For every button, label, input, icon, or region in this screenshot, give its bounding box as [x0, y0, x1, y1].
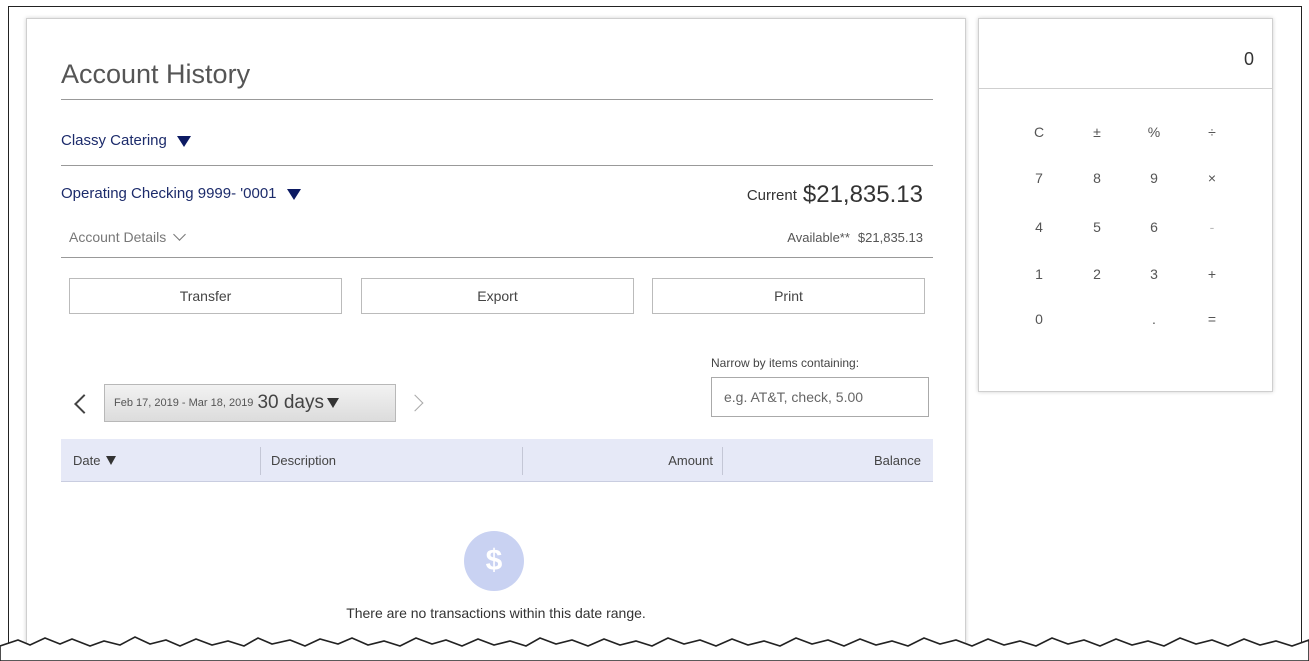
account-details-label: Account Details	[69, 229, 167, 245]
calc-key-percent[interactable]: %	[1134, 117, 1174, 147]
page-title: Account History	[61, 59, 251, 89]
date-column-header[interactable]: Date	[73, 439, 117, 481]
calc-key-decimal[interactable]: .	[1134, 304, 1174, 334]
calc-key-0[interactable]: 0	[1019, 304, 1059, 334]
calc-key-3[interactable]: 3	[1134, 259, 1174, 289]
calc-key-6[interactable]: 6	[1134, 212, 1174, 242]
calc-key-equals[interactable]: =	[1192, 304, 1232, 334]
dollar-icon: $	[464, 531, 524, 591]
transfer-button[interactable]: Transfer	[69, 278, 342, 314]
available-balance: Available** $21,835.13	[787, 230, 923, 245]
previous-range-arrow-icon[interactable]	[74, 394, 94, 414]
company-selector[interactable]: Classy Catering	[61, 132, 191, 149]
calc-key-2[interactable]: 2	[1077, 259, 1117, 289]
date-range-dropdown[interactable]: Feb 17, 2019 - Mar 18, 2019 30 days	[104, 384, 396, 422]
calc-key-9[interactable]: 9	[1134, 163, 1174, 193]
calc-key-divide[interactable]: ÷	[1192, 117, 1232, 147]
sort-caret-icon	[106, 455, 117, 465]
company-name: Classy Catering	[61, 132, 167, 149]
account-selector[interactable]: Operating Checking 9999- '0001	[61, 185, 301, 202]
current-balance-amount: $21,835.13	[802, 181, 923, 208]
print-button[interactable]: Print	[652, 278, 925, 314]
current-balance-label: Current	[746, 187, 797, 204]
divider	[61, 257, 933, 258]
caret-down-icon	[326, 398, 339, 408]
account-name: Operating Checking 9999- '0001	[61, 185, 277, 202]
amount-column-header[interactable]: Amount	[523, 439, 713, 481]
calculator-widget: 0 C ± % ÷ 7 8 9 × 4 5 6 - 1 2 3 + 0 . =	[978, 18, 1273, 392]
calc-key-clear[interactable]: C	[1019, 117, 1059, 147]
caret-down-icon	[176, 135, 191, 147]
calculator-display: 0	[979, 19, 1272, 89]
date-column-label: Date	[73, 452, 101, 468]
torn-edge	[0, 636, 1309, 661]
transactions-table-header: Date Description Amount Balance	[61, 439, 933, 482]
filter-label: Narrow by items containing:	[711, 356, 860, 370]
calc-key-1[interactable]: 1	[1019, 259, 1059, 289]
calc-key-plusminus[interactable]: ±	[1077, 117, 1117, 147]
calc-key-8[interactable]: 8	[1077, 163, 1117, 193]
account-details-toggle[interactable]: Account Details	[69, 228, 187, 245]
divider	[61, 165, 933, 166]
calc-key-5[interactable]: 5	[1077, 212, 1117, 242]
export-button[interactable]: Export	[361, 278, 634, 314]
divider	[61, 99, 933, 100]
account-history-panel: Account History Classy Catering Operatin…	[26, 18, 966, 660]
empty-state-message: There are no transactions within this da…	[346, 605, 646, 621]
calc-key-7[interactable]: 7	[1019, 163, 1059, 193]
next-range-arrow-icon[interactable]	[406, 394, 424, 412]
date-range-days: 30 days	[257, 392, 324, 413]
calc-key-plus[interactable]: +	[1192, 259, 1232, 289]
caret-down-icon	[286, 188, 301, 200]
available-balance-amount: $21,835.13	[857, 230, 923, 245]
balance-column-header[interactable]: Balance	[723, 439, 921, 481]
calc-key-minus[interactable]: -	[1192, 212, 1232, 242]
available-balance-label: Available**	[787, 230, 850, 245]
chevron-down-icon	[173, 228, 187, 241]
current-balance: Current $21,835.13	[747, 181, 923, 209]
filter-search-input[interactable]	[711, 377, 929, 417]
calc-key-4[interactable]: 4	[1019, 212, 1059, 242]
description-column-header[interactable]: Description	[271, 439, 336, 481]
date-range-text: Feb 17, 2019 - Mar 18, 2019	[114, 397, 254, 409]
calc-key-multiply[interactable]: ×	[1192, 163, 1232, 193]
column-separator	[260, 447, 261, 475]
